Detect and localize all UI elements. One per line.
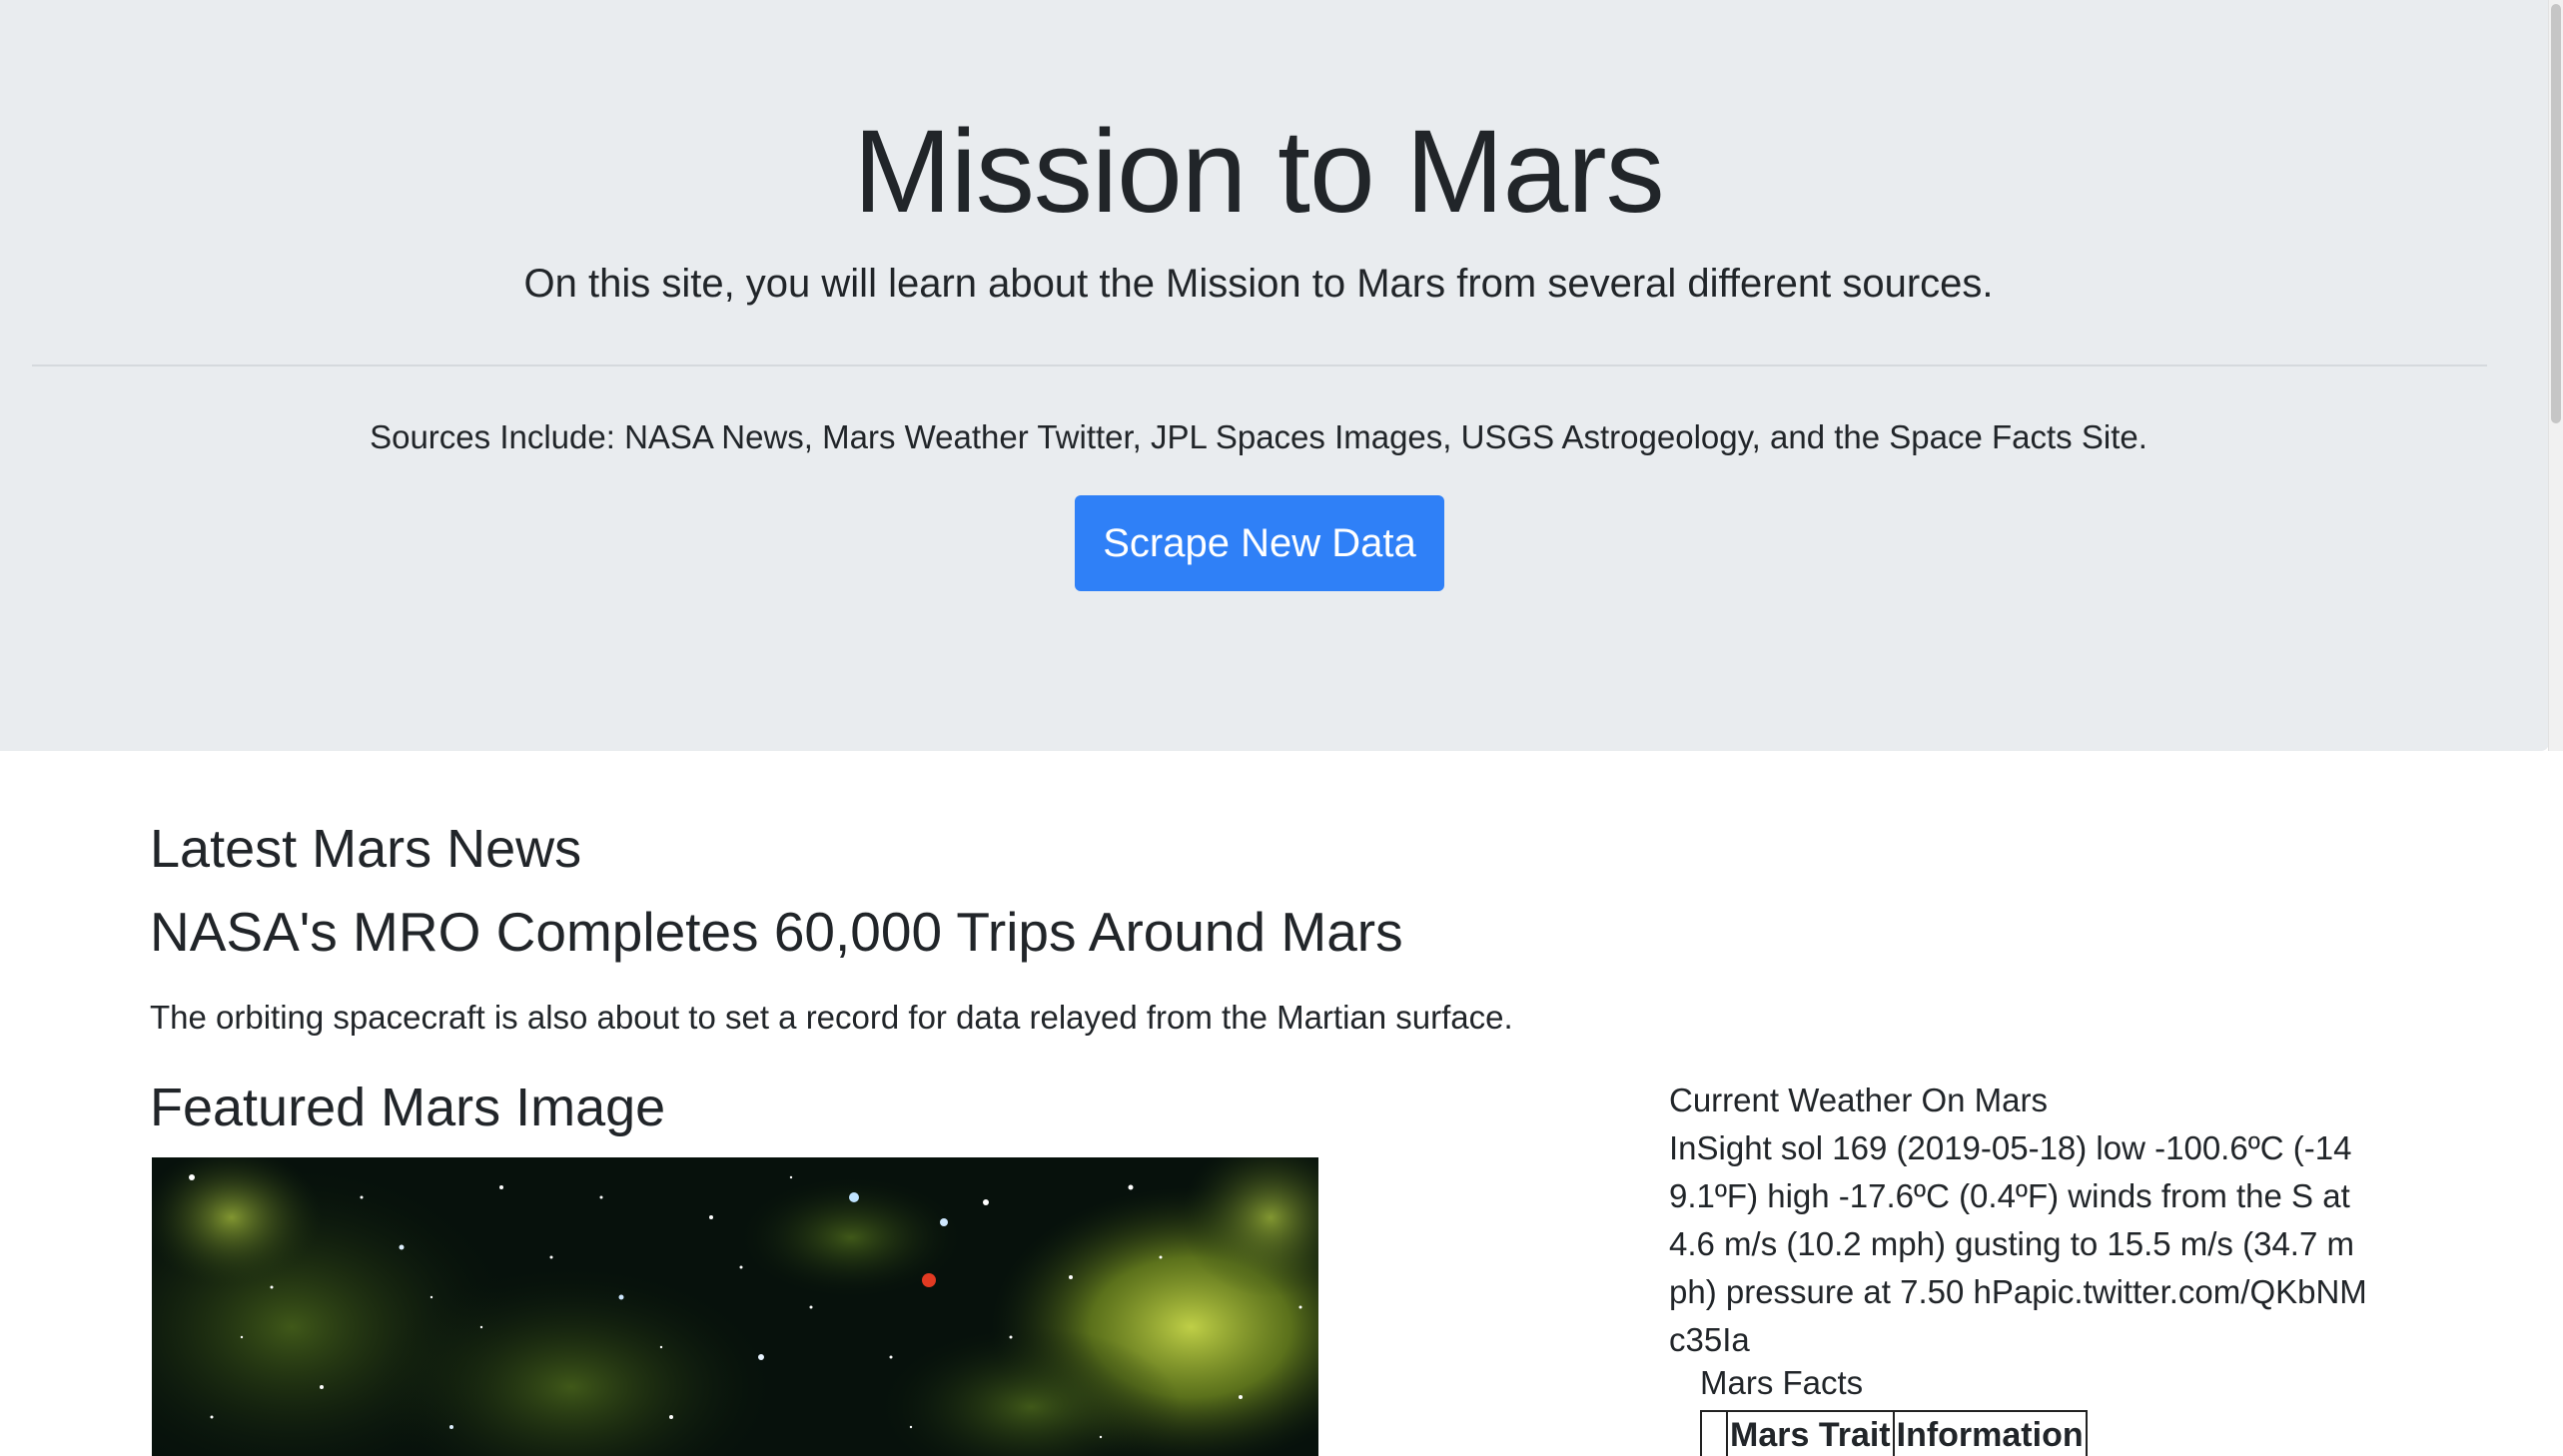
featured-mars-image	[152, 1157, 1318, 1456]
weather-section: Current Weather On Mars InSight sol 169 …	[1669, 1077, 2368, 1364]
scrollbar[interactable]	[2548, 0, 2563, 751]
table-header-row: Mars Trait Information	[1700, 1410, 2088, 1456]
scrape-new-data-button[interactable]: Scrape New Data	[1075, 495, 1444, 591]
divider	[32, 364, 2487, 366]
page: Mission to Mars On this site, you will l…	[0, 0, 2563, 1456]
sources-text: Sources Include: NASA News, Mars Weather…	[370, 418, 2147, 455]
page-title: Mission to Mars	[853, 106, 1664, 238]
table-header-index	[1700, 1410, 1728, 1456]
scrollbar-thumb[interactable]	[2551, 4, 2561, 423]
mars-facts-label: Mars Facts	[1700, 1364, 1864, 1401]
weather-heading: Current Weather On Mars	[1669, 1082, 2049, 1118]
mars-facts-table: Mars Trait Information	[1700, 1410, 2088, 1456]
latest-news-heading: Latest Mars News	[150, 819, 582, 879]
weather-report: InSight sol 169 (2019-05-18) low -100.6º…	[1669, 1129, 2367, 1358]
news-paragraph: The orbiting spacecraft is also about to…	[150, 999, 1513, 1036]
jumbotron: Mission to Mars On this site, you will l…	[0, 0, 2549, 751]
featured-image-heading: Featured Mars Image	[150, 1078, 666, 1137]
page-lead: On this site, you will learn about the M…	[523, 262, 1994, 306]
table-header-trait: Mars Trait	[1726, 1410, 1895, 1456]
table-header-information: Information	[1892, 1410, 2088, 1456]
news-title: NASA's MRO Completes 60,000 Trips Around…	[150, 901, 1403, 963]
